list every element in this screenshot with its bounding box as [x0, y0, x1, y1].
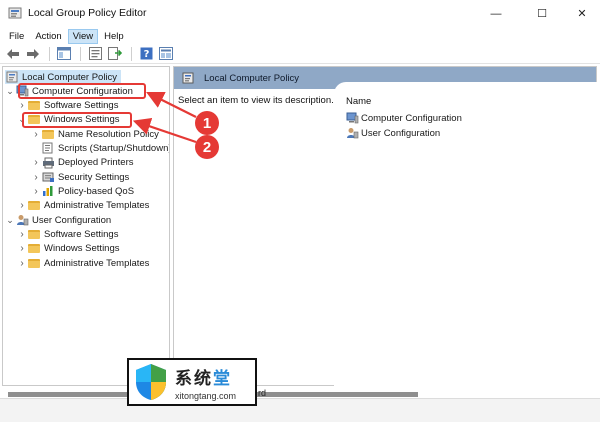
- tree-item-label: Software Settings: [44, 99, 119, 111]
- step-badge-2: 2: [195, 135, 219, 159]
- tree-item-label: Local Computer Policy: [22, 71, 118, 83]
- menu-bar: File Action View Help: [0, 27, 600, 45]
- chevron-right-icon[interactable]: ›: [17, 243, 27, 254]
- details-header-title: Local Computer Policy: [204, 72, 300, 84]
- chevron-right-icon[interactable]: ›: [31, 172, 41, 183]
- help-button[interactable]: ?: [137, 45, 155, 63]
- chart-icon: [41, 185, 55, 197]
- shield-icon: [136, 364, 166, 400]
- help-icon: ?: [140, 47, 152, 60]
- tree-item-label: Software Settings: [44, 229, 119, 240]
- chevron-right-icon[interactable]: ›: [31, 157, 41, 168]
- back-button[interactable]: [4, 45, 22, 63]
- show-hide-tree-icon: [57, 47, 71, 60]
- tree-item-label: Administrative Templates: [44, 257, 150, 269]
- tree-item-label: Security Settings: [58, 171, 130, 183]
- properties-button[interactable]: [86, 45, 104, 63]
- svg-text:?: ?: [143, 49, 149, 60]
- tree-item-label: Windows Settings: [44, 243, 120, 255]
- chevron-right-icon[interactable]: ›: [17, 200, 27, 211]
- chevron-down-icon[interactable]: ⌄: [5, 86, 15, 97]
- filter-button[interactable]: [157, 45, 175, 63]
- chevron-down-icon[interactable]: ⌄: [5, 215, 15, 226]
- item-list: Name Computer Configuration User Configu…: [334, 82, 598, 387]
- toolbar: ?: [0, 44, 600, 64]
- forward-button[interactable]: [24, 45, 42, 63]
- folder-icon: [27, 257, 41, 269]
- window-title: Local Group Policy Editor: [28, 7, 147, 19]
- chevron-right-icon[interactable]: ›: [17, 229, 27, 240]
- list-item-label: Computer Configuration: [361, 112, 462, 124]
- properties-icon: [88, 47, 102, 60]
- chevron-right-icon[interactable]: ›: [17, 100, 27, 111]
- column-header-name[interactable]: Name: [346, 96, 371, 107]
- forward-arrow-icon: [27, 48, 39, 59]
- status-bar: [0, 398, 600, 422]
- title-bar: Local Group Policy Editor — ☐ ✕: [0, 0, 600, 27]
- user-icon: [15, 214, 29, 226]
- group-policy-app-icon: [8, 7, 22, 19]
- export-list-icon: [108, 47, 122, 60]
- list-item-user-configuration[interactable]: User Configuration: [346, 127, 440, 139]
- view-tab[interactable]: rd: [258, 388, 266, 398]
- tree-item-policy-based-qos[interactable]: › Policy-based QoS: [31, 184, 134, 198]
- description-text: Select an item to view its description.: [178, 95, 334, 106]
- back-arrow-icon: [7, 48, 19, 59]
- menu-view[interactable]: View: [67, 28, 99, 44]
- filter-icon: [159, 47, 173, 60]
- policy-icon: [182, 72, 194, 84]
- tree-item-label: Administrative Templates: [44, 200, 150, 212]
- tree-root-local-computer-policy[interactable]: Local Computer Policy: [5, 70, 122, 84]
- export-list-button[interactable]: [106, 45, 124, 63]
- folder-icon: [27, 200, 41, 212]
- menu-action[interactable]: Action: [30, 29, 66, 44]
- toolbar-separator: [131, 46, 132, 61]
- tree-item-user-configuration[interactable]: ⌄ User Configuration: [5, 213, 111, 227]
- show-hide-tree-button[interactable]: [55, 45, 73, 63]
- tree-item-deployed-printers[interactable]: › Deployed Printers: [31, 156, 134, 170]
- computer-icon: [346, 112, 359, 124]
- maximize-button[interactable]: ☐: [522, 0, 562, 27]
- folder-icon: [27, 243, 41, 255]
- chevron-right-icon[interactable]: ›: [17, 258, 27, 269]
- list-item-computer-configuration[interactable]: Computer Configuration: [346, 112, 462, 124]
- tree-item-label: Policy-based QoS: [58, 185, 135, 197]
- tree-item-label: Scripts (Startup/Shutdown): [58, 142, 170, 154]
- toolbar-separator: [49, 46, 50, 61]
- printer-icon: [41, 157, 55, 169]
- watermark-url: xitongtang.com: [175, 390, 237, 401]
- list-item-label: User Configuration: [361, 127, 441, 139]
- tree-item-label: Deployed Printers: [58, 157, 134, 169]
- folder-icon: [27, 229, 41, 241]
- user-icon: [346, 127, 359, 139]
- chevron-right-icon[interactable]: ›: [31, 186, 41, 197]
- watermark-title: 系统堂: [175, 368, 232, 389]
- tree-item-administrative-templates[interactable]: › Administrative Templates: [17, 199, 149, 213]
- tree-item-label: User Configuration: [32, 214, 112, 226]
- tree-item-software-settings[interactable]: › Software Settings: [17, 228, 118, 242]
- chevron-right-icon[interactable]: ›: [31, 129, 41, 140]
- security-icon: [41, 171, 55, 183]
- tree-item-scripts-startup-shutdown[interactable]: Scripts (Startup/Shutdown): [31, 141, 170, 155]
- tree-item-software-settings[interactable]: › Software Settings: [17, 98, 118, 112]
- highlight-windows-settings: [22, 112, 132, 128]
- folder-icon: [41, 128, 55, 140]
- step-badge-1: 1: [195, 111, 219, 135]
- highlight-computer-configuration: [18, 83, 146, 99]
- menu-file[interactable]: File: [4, 29, 29, 44]
- tree-item-administrative-templates[interactable]: › Administrative Templates: [17, 256, 149, 270]
- minimize-button[interactable]: —: [476, 0, 516, 27]
- details-pane: Local Computer Policy Select an item to …: [173, 66, 598, 387]
- policy-icon: [5, 71, 19, 83]
- tree-item-label: Name Resolution Policy: [58, 128, 159, 140]
- toolbar-separator: [80, 46, 81, 61]
- close-button[interactable]: ✕: [562, 0, 600, 27]
- tree-item-security-settings[interactable]: › Security Settings: [31, 170, 129, 184]
- tree-item-name-resolution-policy[interactable]: › Name Resolution Policy: [31, 127, 159, 141]
- scripts-icon: [41, 142, 55, 154]
- menu-help[interactable]: Help: [99, 29, 129, 44]
- folder-icon: [27, 99, 41, 111]
- watermark-logo: 系统堂 xitongtang.com: [127, 358, 257, 406]
- tree-item-windows-settings[interactable]: › Windows Settings: [17, 242, 120, 256]
